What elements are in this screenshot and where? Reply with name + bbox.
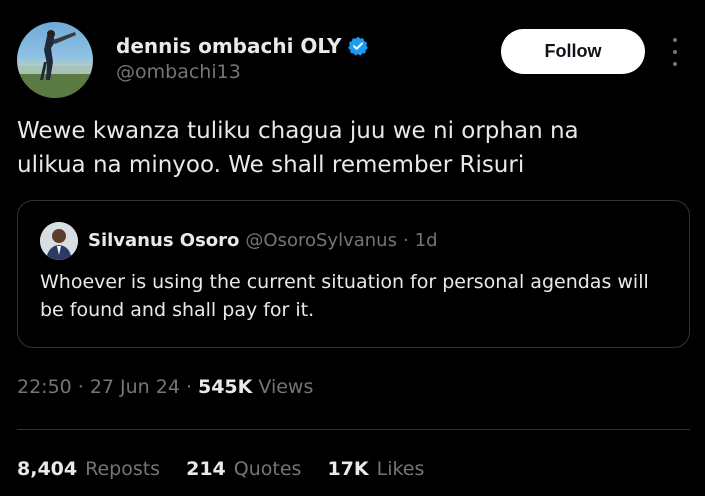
reposts-count: 8,404 — [17, 458, 78, 480]
quotes-count: 214 — [186, 458, 226, 480]
quoted-author-avatar — [40, 222, 78, 260]
likes-stat[interactable]: 17K Likes — [327, 458, 424, 480]
quoted-tweet-card[interactable]: Silvanus Osoro @OsoroSylvanus · 1d Whoev… — [17, 200, 690, 348]
tweet-meta: 22:50 · 27 Jun 24 · 545K Views — [17, 376, 313, 398]
engagement-stats: 8,404 Reposts 214 Quotes 17K Likes — [17, 458, 424, 480]
reposts-stat[interactable]: 8,404 Reposts — [17, 458, 160, 480]
author-avatar[interactable] — [17, 22, 93, 98]
divider — [17, 429, 690, 430]
author-handle[interactable]: @ombachi13 — [116, 61, 241, 83]
quoted-author-handle: @OsoroSylvanus — [245, 230, 397, 251]
separator-dot: · — [185, 376, 192, 398]
quotes-stat[interactable]: 214 Quotes — [186, 458, 301, 480]
follow-button[interactable]: Follow — [501, 29, 645, 74]
tweet-time[interactable]: 22:50 — [17, 376, 72, 398]
separator-dot: · — [402, 230, 409, 251]
likes-count: 17K — [327, 458, 369, 480]
quoted-tweet-text: Whoever is using the current situation f… — [40, 271, 649, 321]
more-options-icon[interactable] — [664, 38, 686, 66]
verified-badge-icon — [347, 36, 368, 56]
views-count: 545K — [197, 376, 253, 398]
separator-dot: · — [77, 376, 84, 398]
likes-label: Likes — [376, 458, 425, 480]
quoted-timestamp: 1d — [414, 230, 438, 251]
tweet-text: Wewe kwanza tuliku chagua juu we ni orph… — [17, 118, 579, 178]
author-display-name[interactable]: dennis ombachi OLY — [116, 34, 342, 58]
views-label: Views — [258, 376, 314, 398]
reposts-label: Reposts — [85, 458, 161, 480]
quotes-label: Quotes — [233, 458, 302, 480]
tweet-date[interactable]: 27 Jun 24 — [90, 376, 180, 398]
quoted-author-name: Silvanus Osoro — [88, 230, 240, 251]
